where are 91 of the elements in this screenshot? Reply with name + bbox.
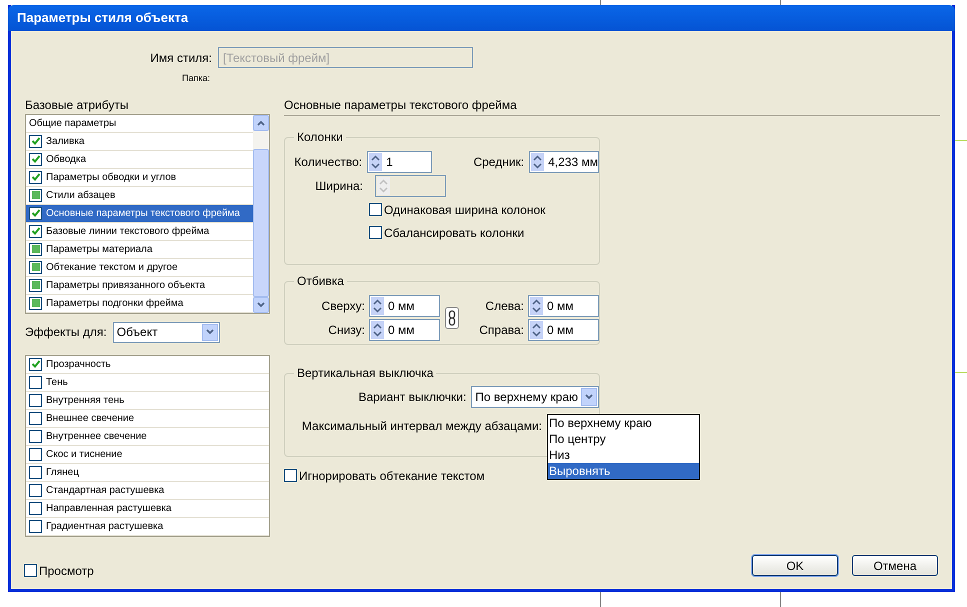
list-item[interactable]: Внутреннее свечение: [26, 428, 269, 446]
list-item[interactable]: Обтекание текстом и другое: [26, 258, 253, 276]
checkbox-label: Просмотр: [39, 562, 94, 580]
field-label: Эффекты для:: [25, 324, 107, 341]
checkbox-label: Одинаковая ширина колонок: [384, 202, 546, 218]
field-label: Слева:: [484, 298, 524, 314]
checkbox[interactable]: [29, 430, 42, 442]
field-label: Сверху:: [320, 298, 365, 314]
spin-arrows-icon[interactable]: [371, 320, 384, 338]
checkbox[interactable]: [29, 170, 42, 184]
spin-arrows-icon[interactable]: [369, 152, 382, 170]
chain-link-icon[interactable]: [445, 306, 460, 328]
field-label: Вариант выключки:: [357, 388, 466, 406]
alignment-dropdown[interactable]: По верхнему краю: [471, 386, 599, 408]
list-item[interactable]: Базовые линии текстового фрейма: [26, 222, 253, 240]
checkbox[interactable]: [29, 484, 42, 496]
list-item[interactable]: Параметры привязанного объекта: [26, 276, 253, 294]
dialog-button[interactable]: OK: [752, 555, 838, 576]
field-label: Снизу:: [327, 322, 365, 338]
field-label: Максимальный интервал между абзацами:: [300, 418, 542, 434]
list-item[interactable]: Глянец: [26, 464, 269, 482]
spinner-field[interactable]: 1: [367, 150, 432, 172]
spinner-field[interactable]: 0 мм: [528, 318, 599, 340]
checkbox[interactable]: [24, 564, 37, 577]
field-label: Имя стиля:: [149, 50, 212, 66]
list-item[interactable]: Заливка: [26, 132, 253, 150]
effects-dropdown[interactable]: Объект: [112, 322, 220, 342]
list-item[interactable]: Стандартная растушевка: [26, 482, 269, 500]
scroll-down-icon[interactable]: [253, 296, 269, 312]
folder-label: Папка:: [181, 72, 210, 85]
spin-arrows-icon[interactable]: [530, 296, 543, 314]
checkbox[interactable]: [369, 226, 382, 239]
group-legend: Отбивка: [294, 274, 347, 288]
field-label: Справа:: [478, 322, 524, 338]
scroll-thumb[interactable]: [253, 148, 269, 296]
checkbox[interactable]: [284, 469, 297, 482]
checkbox[interactable]: [29, 152, 42, 166]
checkbox[interactable]: [29, 358, 42, 370]
list-item[interactable]: Общие параметры: [26, 114, 253, 132]
field-label: Количество:: [293, 154, 362, 170]
field-label: Средник:: [472, 154, 524, 170]
window-title: Параметры стиля объекта: [17, 9, 188, 28]
checkbox[interactable]: [29, 134, 42, 148]
list-item[interactable]: Направленная растушевка: [26, 500, 269, 518]
group-legend: Колонки: [294, 130, 346, 144]
spin-arrows-icon[interactable]: [531, 152, 544, 170]
field-label: Ширина:: [314, 178, 363, 194]
section-heading: Основные параметры текстового фрейма: [284, 98, 518, 112]
list-item[interactable]: Градиентная растушевка: [26, 518, 269, 536]
scroll-up-icon[interactable]: [253, 114, 269, 130]
list-item[interactable]: Внешнее свечение: [26, 410, 269, 428]
list-item[interactable]: Прозрачность: [26, 356, 269, 374]
list-item[interactable]: Параметры материала: [26, 240, 253, 258]
list-item[interactable]: Параметры подгонки фрейма: [26, 294, 253, 312]
list-item[interactable]: Обводка: [26, 150, 253, 168]
spinner-field[interactable]: 0 мм: [528, 294, 599, 316]
spin-arrows-icon[interactable]: [530, 320, 543, 338]
checkbox[interactable]: [29, 412, 42, 424]
checkbox[interactable]: [29, 376, 42, 388]
list-item[interactable]: Внутренняя тень: [26, 392, 269, 410]
checkbox[interactable]: [29, 260, 42, 274]
checkbox[interactable]: [29, 206, 42, 220]
list-item[interactable]: Основные параметры текстового фрейма: [26, 204, 253, 222]
checkbox[interactable]: [369, 203, 382, 216]
list-item[interactable]: Тень: [26, 374, 269, 392]
checkbox[interactable]: [29, 296, 42, 310]
group-legend: Вертикальная выключка: [294, 366, 436, 380]
checkbox[interactable]: [29, 224, 42, 238]
checkbox[interactable]: [29, 188, 42, 202]
dropdown-option[interactable]: По верхнему краю: [548, 414, 699, 430]
checkbox[interactable]: [29, 520, 42, 532]
spinner-field[interactable]: 4,233 мм: [529, 150, 599, 172]
checkbox-label: Игнорировать обтекание текстом: [299, 468, 485, 484]
checkbox[interactable]: [29, 394, 42, 406]
checkbox[interactable]: [29, 448, 42, 460]
dropdown-option[interactable]: Низ: [548, 446, 699, 462]
section-heading: Базовые атрибуты: [25, 98, 130, 112]
dropdown-option[interactable]: Выровнять: [548, 462, 699, 478]
checkbox[interactable]: [29, 242, 42, 256]
list-item[interactable]: Параметры обводки и углов: [26, 168, 253, 186]
spinner-field[interactable]: 0 мм: [369, 318, 440, 340]
checkbox[interactable]: [29, 466, 42, 478]
checkbox-label: Сбалансировать колонки: [384, 224, 524, 242]
dropdown-option[interactable]: По центру: [548, 430, 699, 446]
spinner-field[interactable]: 0 мм: [369, 294, 440, 316]
checkbox[interactable]: [29, 502, 42, 514]
spin-arrows-icon[interactable]: [371, 296, 384, 314]
dialog-button[interactable]: Отмена: [852, 555, 938, 576]
list-item[interactable]: Скос и тиснение: [26, 446, 269, 464]
checkbox[interactable]: [29, 278, 42, 292]
scrollbar[interactable]: [253, 114, 269, 312]
